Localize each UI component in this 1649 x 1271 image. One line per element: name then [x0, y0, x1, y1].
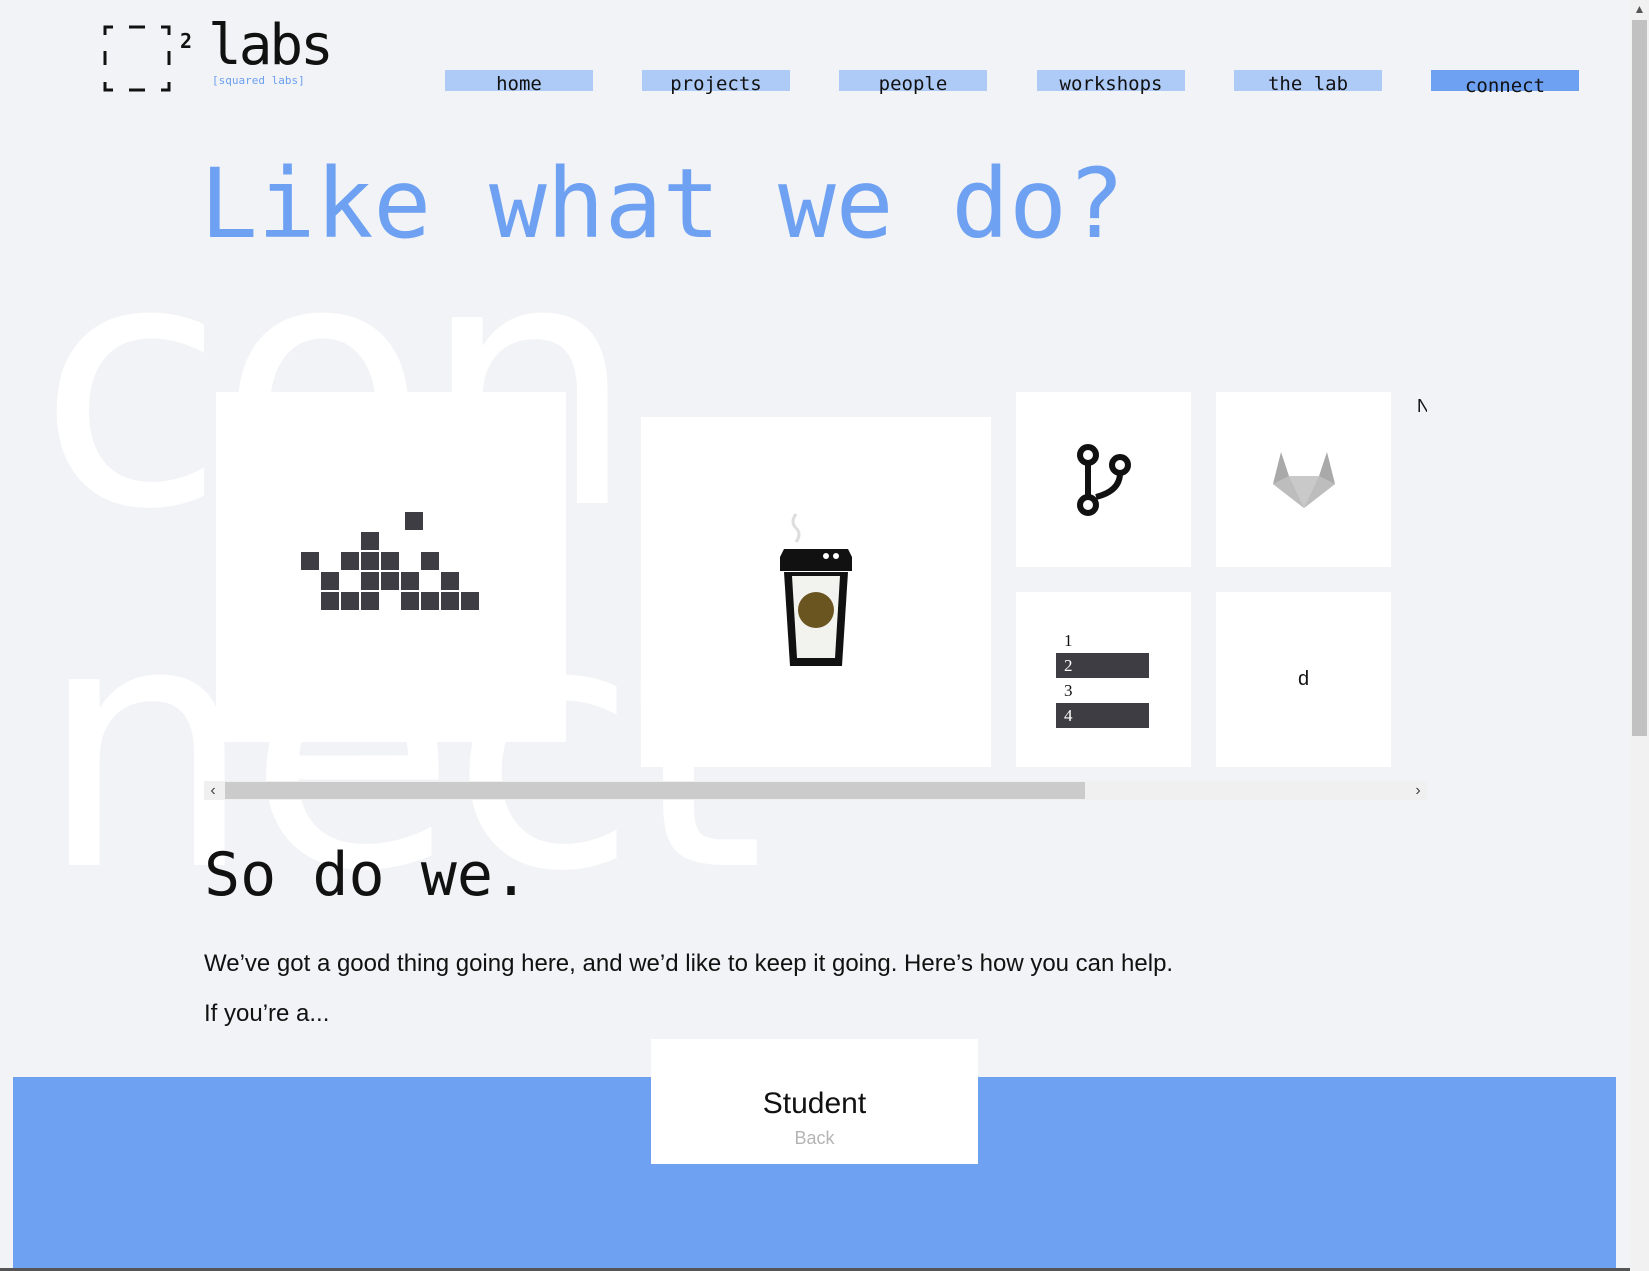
page-scrollbar-thumb[interactable] [1632, 20, 1647, 736]
student-card-back[interactable]: Back [651, 1128, 978, 1149]
student-card-title: Student [762, 1087, 867, 1120]
logo-tagline: [squared labs] [212, 74, 305, 87]
carousel-card-git[interactable] [1016, 392, 1191, 567]
coffee-cup-icon [780, 513, 852, 666]
clipped-card-text: N [1417, 396, 1427, 416]
list-item: 3 [1064, 681, 1073, 700]
nav-connect[interactable]: connect [1431, 70, 1579, 97]
logo-wordmark: labs [208, 13, 334, 78]
card-text: d [1297, 668, 1310, 690]
carousel-card-numbered[interactable]: 1 2 3 4 [1016, 592, 1191, 767]
scrollbar-thumb[interactable] [225, 782, 1085, 799]
page-headline: Like what we do? [200, 148, 1125, 260]
numbered-list-icon: 1 2 3 4 [1056, 628, 1149, 728]
carousel-card-gitlab[interactable] [1216, 392, 1391, 567]
gitlab-fox-icon [1272, 451, 1335, 508]
scroll-left-arrow-icon[interactable]: ‹ [204, 781, 222, 800]
nav-home[interactable]: home [445, 70, 593, 95]
bracket-square-icon [103, 25, 171, 92]
page-scrollbar[interactable]: ▲ [1630, 0, 1649, 1271]
nav-workshops[interactable]: workshops [1037, 70, 1185, 95]
logo-superscript: 2 [180, 29, 193, 53]
list-item: 4 [1056, 703, 1149, 728]
section-title: So do we. [204, 840, 530, 910]
git-branch-icon [1076, 443, 1131, 516]
student-card[interactable]: Student Back [651, 1039, 978, 1164]
scroll-up-arrow-icon[interactable]: ▲ [1630, 0, 1649, 19]
carousel-scrollbar[interactable]: ‹ › [204, 781, 1427, 800]
nav-projects[interactable]: projects [642, 70, 790, 95]
scroll-right-arrow-icon[interactable]: › [1409, 781, 1427, 800]
carousel-card-blocks[interactable] [216, 392, 566, 742]
partner-carousel: 1 2 3 4 d N [204, 392, 1427, 812]
section-paragraph: We’ve got a good thing going here, and w… [204, 950, 1174, 977]
list-item: 2 [1056, 653, 1149, 678]
pixel-blocks-icon [301, 512, 479, 610]
carousel-card-coffee[interactable] [641, 417, 991, 767]
list-item: 1 [1064, 631, 1073, 650]
nav-people[interactable]: people [839, 70, 987, 95]
section-lead: If you’re a... [204, 1000, 330, 1027]
nav-the-lab[interactable]: the lab [1234, 70, 1382, 95]
carousel-card-d[interactable]: d [1216, 592, 1391, 767]
